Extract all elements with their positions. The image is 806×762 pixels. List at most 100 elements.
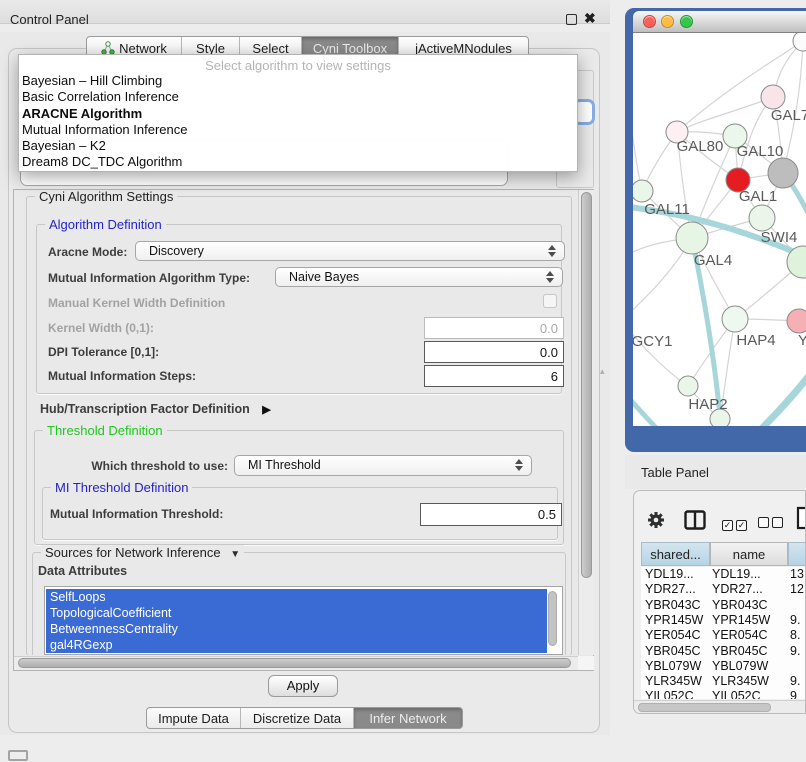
settings-vscroll-thumb[interactable] bbox=[581, 192, 592, 578]
collapse-arrow-icon[interactable]: ▼ bbox=[230, 549, 240, 560]
column-header-shared-name[interactable]: shared... bbox=[641, 542, 710, 566]
expander-arrow-icon[interactable]: ▶ bbox=[262, 404, 270, 416]
network-edge[interactable] bbox=[677, 97, 773, 132]
tab-impute-data[interactable]: Impute Data bbox=[147, 708, 241, 728]
table-cell: 12 bbox=[790, 582, 806, 596]
network-node[interactable] bbox=[768, 158, 798, 188]
mi-algorithm-type-combo[interactable]: Naive Bayes bbox=[275, 267, 563, 287]
close-panel-icon[interactable]: ✖ bbox=[584, 10, 596, 27]
mac-minimize-button[interactable] bbox=[661, 15, 674, 28]
aracne-mode-combo[interactable]: Discovery bbox=[135, 241, 565, 261]
table-cell: 9. bbox=[790, 674, 806, 688]
network-node-label: GAL11 bbox=[644, 201, 690, 218]
table-cell: YDR27... bbox=[645, 582, 707, 596]
mi-steps-field[interactable]: 6 bbox=[424, 365, 564, 387]
column-header-name[interactable]: name bbox=[710, 542, 788, 566]
algorithm-option[interactable]: ARACNE Algorithm bbox=[19, 106, 577, 122]
bottom-tabbar: Impute Data Discretize Data Infer Networ… bbox=[146, 707, 463, 729]
sources-title[interactable]: Sources for Network Inference ▼ bbox=[41, 545, 244, 560]
network-edge-highlighted[interactable] bbox=[743, 373, 806, 426]
gear-icon[interactable] bbox=[646, 510, 666, 530]
split-view-icon[interactable] bbox=[684, 510, 706, 530]
table-cell: YPR145W bbox=[645, 613, 707, 627]
algorithm-option[interactable]: Dream8 DC_TDC Algorithm bbox=[19, 154, 577, 170]
deselect-all-columns-icon[interactable] bbox=[758, 515, 786, 533]
algorithm-option[interactable]: Basic Correlation Inference bbox=[19, 89, 577, 105]
network-node[interactable] bbox=[787, 309, 806, 333]
data-attribute-item[interactable]: gal4RGexp bbox=[46, 637, 547, 653]
sources-title-text: Sources for Network Inference bbox=[45, 545, 221, 560]
table-row[interactable]: YBR045CYBR045C9. bbox=[641, 644, 806, 659]
network-edge[interactable] bbox=[633, 111, 642, 191]
table-row[interactable]: YER054CYER054C8. bbox=[641, 628, 806, 643]
document-icon[interactable] bbox=[796, 506, 806, 530]
combo-arrows-icon bbox=[546, 271, 554, 283]
select-all-columns-icon[interactable]: ✓✓ bbox=[722, 515, 750, 533]
tab-discretize-data[interactable]: Discretize Data bbox=[241, 708, 354, 728]
mac-close-button[interactable] bbox=[643, 15, 656, 28]
table-cell: YDL19... bbox=[645, 567, 707, 581]
network-node[interactable] bbox=[633, 180, 653, 202]
network-window-titlebar[interactable] bbox=[633, 11, 806, 33]
column-header-clipped[interactable] bbox=[788, 542, 806, 566]
mi-algorithm-type-value: Naive Bayes bbox=[289, 270, 359, 284]
network-node[interactable] bbox=[678, 376, 698, 396]
apply-button[interactable]: Apply bbox=[268, 675, 338, 697]
data-attributes-list[interactable]: SelfLoopsTopologicalCoefficientBetweenne… bbox=[44, 586, 563, 655]
table-cell: YIL052C bbox=[712, 689, 788, 699]
table-row[interactable]: YLR345WYLR345W9. bbox=[641, 674, 806, 689]
table-row[interactable]: YPR145WYPR145W9. bbox=[641, 613, 806, 628]
control-panel-title: Control Panel bbox=[10, 12, 89, 27]
network-graph[interactable]: GAL7GAL80GAL10GAL1SWI4GAL11GAL4GCY1HAP4Y… bbox=[633, 33, 806, 426]
algorithm-option[interactable]: Bayesian – Hill Climbing bbox=[19, 73, 577, 89]
network-node-label: GAL1 bbox=[739, 188, 777, 205]
network-node-label: GAL7 bbox=[771, 107, 806, 124]
taskbar-corner-icon[interactable] bbox=[8, 750, 28, 761]
mi-threshold-field[interactable]: 0.5 bbox=[420, 503, 562, 526]
algorithm-option[interactable]: Mutual Information Inference bbox=[19, 122, 577, 138]
settings-viewport: Cyni Algorithm Settings Algorithm Defini… bbox=[14, 190, 577, 655]
list-scrollbar-thumb[interactable] bbox=[548, 591, 557, 646]
network-node[interactable] bbox=[722, 306, 748, 332]
kernel-width-field[interactable]: 0.0 bbox=[424, 317, 564, 339]
network-node-label: Y bbox=[798, 332, 806, 349]
table-row[interactable]: YDL19...YDL19...13 bbox=[641, 567, 806, 582]
table-hscroll-thumb[interactable] bbox=[638, 703, 771, 712]
settings-hscroll-thumb[interactable] bbox=[18, 658, 571, 668]
algorithm-option[interactable]: Bayesian – K2 bbox=[19, 138, 577, 154]
network-node[interactable] bbox=[761, 85, 785, 109]
network-edge-highlighted[interactable] bbox=[633, 385, 675, 426]
table-row[interactable]: YBL079WYBL079W bbox=[641, 659, 806, 674]
hub-definition-expander[interactable]: Hub/Transcription Factor Definition ▶ bbox=[40, 402, 271, 416]
mac-zoom-button[interactable] bbox=[680, 15, 693, 28]
network-view-window[interactable]: GAL7GAL80GAL10GAL1SWI4GAL11GAL4GCY1HAP4Y… bbox=[625, 8, 806, 452]
network-canvas[interactable]: GAL7GAL80GAL10GAL1SWI4GAL11GAL4GCY1HAP4Y… bbox=[633, 33, 806, 426]
table-cell: YBR045C bbox=[712, 644, 788, 658]
checked-box-icon: ✓ bbox=[722, 520, 733, 531]
float-window-icon[interactable] bbox=[566, 14, 577, 25]
table-cell: YIL052C bbox=[645, 689, 707, 699]
data-attribute-item[interactable]: BetweennessCentrality bbox=[46, 621, 547, 637]
network-edge[interactable] bbox=[633, 321, 688, 386]
table-cell: 13 bbox=[790, 567, 806, 581]
splitter-handle[interactable]: ▴ bbox=[600, 366, 605, 377]
data-attribute-item[interactable]: SelfLoops bbox=[46, 589, 547, 605]
mi-steps-label: Mutual Information Steps: bbox=[48, 369, 196, 383]
network-node[interactable] bbox=[793, 33, 806, 51]
table-cell: YLR345W bbox=[712, 674, 788, 688]
which-threshold-combo[interactable]: MI Threshold bbox=[234, 455, 532, 476]
tab-infer-network-label: Infer Network bbox=[369, 711, 446, 726]
manual-kernel-width-checkbox[interactable] bbox=[543, 294, 557, 308]
network-node[interactable] bbox=[676, 222, 708, 254]
network-node[interactable] bbox=[749, 205, 775, 231]
table-hscroll-track[interactable] bbox=[634, 700, 806, 713]
table-row[interactable]: YDR27...YDR27...12 bbox=[641, 582, 806, 597]
dpi-tolerance-field[interactable]: 0.0 bbox=[424, 341, 564, 363]
table-cell: 8. bbox=[790, 628, 806, 642]
table-row[interactable]: YIL052CYIL052C9 bbox=[641, 689, 806, 699]
tab-infer-network[interactable]: Infer Network bbox=[354, 708, 462, 728]
algorithm-definition-title: Algorithm Definition bbox=[45, 217, 166, 232]
data-attribute-item[interactable]: TopologicalCoefficient bbox=[46, 605, 547, 621]
table-cell: YBR043C bbox=[712, 598, 788, 612]
table-row[interactable]: YBR043CYBR043C bbox=[641, 598, 806, 613]
